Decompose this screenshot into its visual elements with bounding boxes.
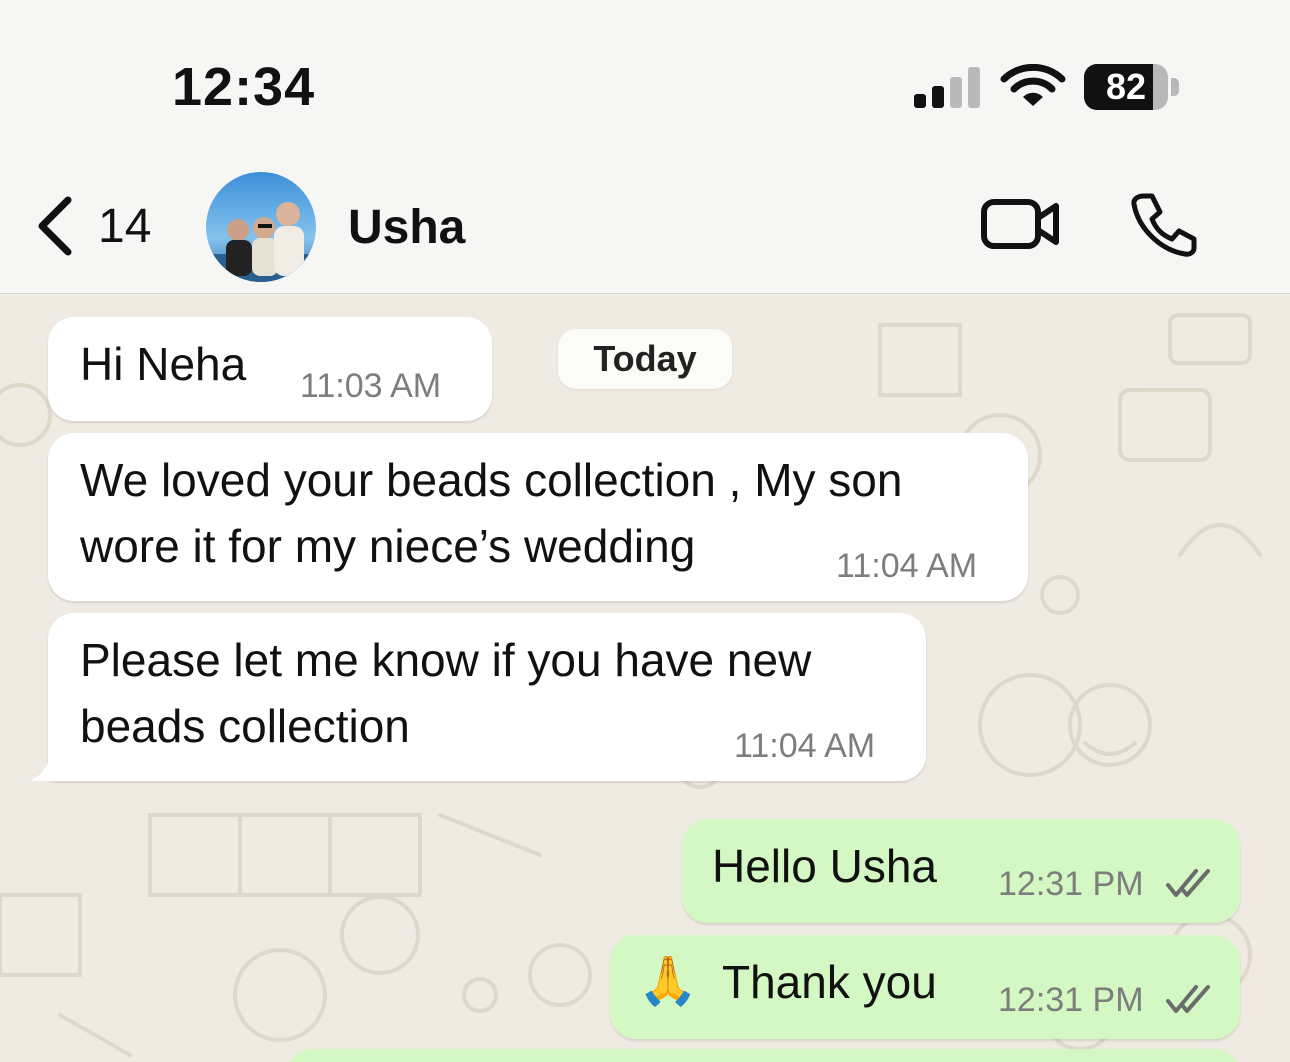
contact-name[interactable]: Usha <box>348 200 465 255</box>
message-outgoing[interactable] <box>286 1049 1240 1062</box>
message-text: We loved your beads collection , My son <box>80 454 903 506</box>
top-bar: 12:34 82 14 Usha <box>0 0 1290 294</box>
phone-icon[interactable] <box>1130 192 1198 258</box>
message-text: beads collection <box>80 700 410 752</box>
message-emoji: 🙏 <box>638 955 698 1008</box>
message-time: 12:31 PM <box>998 981 1144 1019</box>
message-time: 11:04 AM <box>836 547 978 585</box>
signal-icon <box>914 67 980 108</box>
message-text: Thank you <box>722 956 937 1008</box>
message-outgoing[interactable]: Hello Usha 12:31 PM <box>682 819 1240 923</box>
message-outgoing[interactable]: 🙏 Thank you 12:31 PM <box>610 935 1240 1039</box>
wifi-icon <box>1000 64 1066 106</box>
chat-area[interactable]: Today Hi Neha 11:03 AM We loved your bea… <box>0 295 1290 1062</box>
message-text: wore it for my niece’s wedding <box>80 520 696 572</box>
message-text: Please let me know if you have new <box>80 634 812 686</box>
status-time: 12:34 <box>172 57 316 117</box>
battery-level: 82 <box>1105 66 1147 107</box>
back-button[interactable]: 14 <box>32 190 172 262</box>
message-time: 12:31 PM <box>998 865 1144 903</box>
message-text: Hello Usha <box>712 840 937 892</box>
read-receipt-icon <box>1166 869 1210 897</box>
unread-count: 14 <box>98 199 152 253</box>
message-incoming[interactable]: Please let me know if you have new beads… <box>48 613 926 781</box>
bubble-tail <box>30 749 68 781</box>
avatar[interactable] <box>206 172 316 282</box>
date-divider: Today <box>558 329 732 389</box>
message-text: Hi Neha <box>80 338 247 390</box>
message-incoming[interactable]: Hi Neha 11:03 AM <box>48 317 492 421</box>
message-time: 11:03 AM <box>300 367 442 405</box>
read-receipt-icon <box>1166 985 1210 1013</box>
chevron-left-icon <box>38 196 72 256</box>
battery-icon: 82 <box>1084 64 1180 110</box>
message-time: 11:04 AM <box>734 727 876 765</box>
video-call-icon[interactable] <box>980 194 1062 254</box>
message-incoming[interactable]: We loved your beads collection , My son … <box>48 433 1028 601</box>
